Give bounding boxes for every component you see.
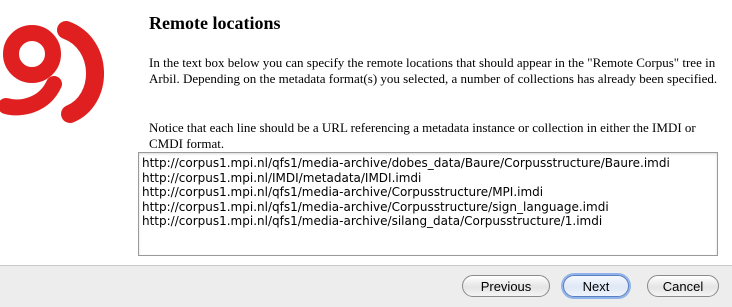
notice-paragraph: Notice that each line should be a URL re…: [149, 120, 696, 151]
remote-locations-textarea[interactable]: http://corpus1.mpi.nl/qfs1/media-archive…: [138, 152, 718, 256]
next-button[interactable]: Next: [563, 275, 629, 297]
cancel-button[interactable]: Cancel: [647, 275, 719, 297]
location-line: http://corpus1.mpi.nl/IMDI/metadata/IMDI…: [142, 170, 422, 185]
page-title: Remote locations: [149, 13, 281, 33]
location-line: http://corpus1.mpi.nl/qfs1/media-archive…: [142, 156, 670, 170]
button-bar-divider: [0, 265, 732, 266]
location-line: http://corpus1.mpi.nl/qfs1/media-archive…: [142, 185, 544, 199]
location-line: http://corpus1.mpi.nl/qfs1/media-archive…: [142, 199, 609, 214]
previous-button[interactable]: Previous: [462, 275, 550, 297]
instructions-paragraph: In the text box below you can specify th…: [149, 55, 718, 86]
arbil-logo-icon: [0, 21, 104, 123]
wizard-dialog: Remote locations In the text box below y…: [0, 0, 732, 307]
location-line: http://corpus1.mpi.nl/qfs1/media-archive…: [142, 214, 603, 228]
content-panel: Remote locations In the text box below y…: [0, 0, 732, 265]
